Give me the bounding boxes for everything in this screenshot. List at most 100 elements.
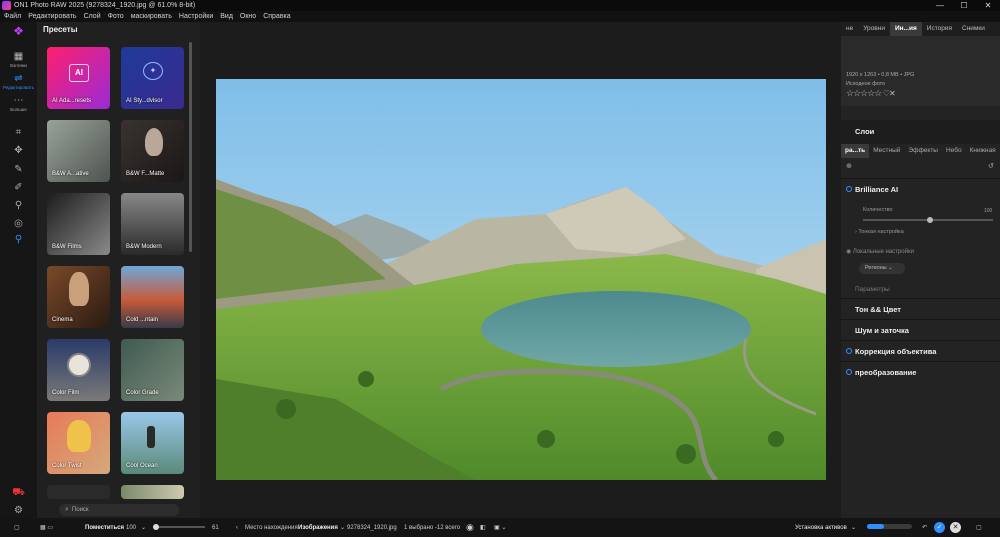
preset-tile[interactable]: Cold ...ntain [121, 266, 184, 328]
filmstrip-icon[interactable]: ▦ ▭ [40, 518, 53, 537]
menu-mask[interactable]: маскировать [131, 13, 172, 20]
presets-search[interactable]: ⌕ Поиск [59, 504, 179, 516]
clone-icon[interactable]: ◎ [0, 219, 37, 229]
brilliance-toggle[interactable] [846, 186, 852, 192]
reject-icon[interactable]: ✕ [889, 89, 896, 98]
menu-file[interactable]: Файл [4, 13, 21, 20]
fit-button[interactable]: Поместиться [85, 518, 124, 537]
photo-landscape[interactable] [216, 79, 826, 480]
tab-navigator[interactable]: не [841, 22, 858, 36]
reset-icon[interactable]: ↺ [988, 162, 994, 170]
tab-levels[interactable]: Уровни [858, 22, 890, 36]
zoom-slider[interactable] [153, 524, 205, 530]
undo-icon[interactable]: ↶ [922, 518, 927, 537]
preset-tile[interactable]: Color Grade [121, 339, 184, 401]
lens-correction-section[interactable]: Коррекция объектива [841, 340, 1000, 361]
noise-sharpen-section[interactable]: Шум и заточка [841, 319, 1000, 340]
menu-settings[interactable]: Настройки [179, 13, 213, 20]
move-icon[interactable]: ✥ [0, 146, 37, 156]
zoom-slider-handle[interactable] [153, 524, 159, 530]
minimize-button[interactable]: — [928, 0, 952, 11]
tab-history[interactable]: История [922, 22, 957, 36]
zoom-dropdown-icon[interactable]: ⌄ [141, 518, 146, 537]
crop-icon[interactable]: ⌗ [0, 128, 37, 138]
tone-color-section[interactable]: Тон && Цвет [841, 298, 1000, 319]
tab-sky[interactable]: Небо [942, 144, 966, 158]
preset-tile[interactable]: ✦ AI Sty...dvisor [121, 47, 184, 109]
mask-view-icon[interactable]: ▣ ⌄ [494, 518, 506, 537]
back-icon[interactable]: ‹ [236, 518, 238, 537]
right-panel-toggle-icon[interactable]: ▢ [976, 518, 982, 537]
tab-effects[interactable]: Эффекты [904, 144, 942, 158]
landscape-image [216, 79, 826, 480]
tab-develop[interactable]: ра...ть [841, 144, 870, 158]
cart-icon[interactable]: ⛟ [0, 488, 37, 498]
menu-help[interactable]: Справка [263, 13, 290, 20]
close-button[interactable]: ✕ [976, 0, 1000, 11]
preset-tile-partial[interactable] [121, 485, 184, 499]
tab-local[interactable]: Местный [869, 144, 904, 158]
preview-eye-icon[interactable]: ◉ [466, 518, 474, 537]
preset-tile[interactable]: B&W Films [47, 193, 110, 255]
tab-portrait[interactable]: Книжная [966, 144, 1000, 158]
rating-stars[interactable]: ☆☆☆☆☆ ♡✕ [846, 88, 896, 99]
panel-toggle-icon[interactable]: ▢ [14, 518, 20, 537]
cancel-icon[interactable]: ✕ [950, 518, 961, 537]
preset-tile[interactable]: B&W A...ative [47, 120, 110, 182]
preset-tile[interactable]: AI AI Ada...resets [47, 47, 110, 109]
transform-toggle[interactable] [846, 369, 852, 375]
params-label: Параметры [855, 286, 890, 293]
location-folder[interactable]: Изображения [298, 518, 338, 537]
brilliance-title: Brilliance AI [855, 185, 899, 194]
asset-dropdown-icon[interactable]: ⌄ [851, 518, 856, 537]
preset-label: B&W A...ative [52, 171, 89, 177]
tab-snapshots[interactable]: Снимки [957, 22, 990, 36]
regions-label: Регионы [865, 265, 887, 271]
search-icon: ⌕ [65, 506, 69, 513]
preset-tile[interactable]: Color Twist [47, 412, 110, 474]
image-canvas[interactable] [200, 22, 841, 518]
mask-brush-icon[interactable]: ✐ [0, 183, 37, 193]
amount-slider-handle[interactable] [927, 217, 933, 223]
preset-tile-partial[interactable] [47, 485, 110, 499]
preset-tile[interactable]: Color Film [47, 339, 110, 401]
menu-edit[interactable]: Редактировать [28, 13, 76, 20]
local-settings-toggle[interactable]: ◉ Локальные настройки [846, 248, 914, 255]
location-label: Место нахождения [245, 524, 298, 531]
menu-layer[interactable]: Слой [84, 13, 101, 20]
edit-label: Редактировать [2, 85, 35, 90]
folder-dropdown-icon[interactable]: ⌄ [340, 518, 345, 537]
zoom-icon[interactable]: ⚲ [0, 235, 37, 245]
menu-view[interactable]: Вид [220, 13, 233, 20]
zoom-value[interactable]: 100 [126, 518, 136, 537]
apply-icon[interactable]: ✓ [934, 518, 945, 537]
preset-add-icon[interactable]: ⊕ [846, 162, 852, 170]
compare-icon[interactable]: ◧ [480, 518, 486, 537]
settings-icon[interactable]: ⚙ [0, 506, 37, 516]
transform-section[interactable]: преобразование [841, 361, 1000, 382]
regions-dropdown[interactable]: Регионы ⌄ [859, 263, 905, 274]
edit-module[interactable]: ⇌ Редактировать [0, 74, 37, 91]
tab-info[interactable]: Ин...ия [889, 22, 922, 36]
presets-scrollbar[interactable] [189, 42, 192, 252]
asset-setting-label[interactable]: Установка активов [795, 518, 847, 537]
fine-tune-toggle[interactable]: › Тонкая настройка [855, 229, 904, 235]
lens-correction-toggle[interactable] [846, 348, 852, 354]
preset-tile[interactable]: B&W Modern [121, 193, 184, 255]
selection-count: 1 выбрано -12 всего [404, 524, 461, 531]
preset-tile[interactable]: Cool Ocean [121, 412, 184, 474]
preset-tile[interactable]: B&W F...Matte [121, 120, 184, 182]
amount-label: Количество [863, 207, 893, 213]
retouch-icon[interactable]: ⚲ [0, 201, 37, 211]
amount-slider[interactable] [863, 217, 993, 223]
amount-value: 100 [984, 208, 993, 214]
menu-photo[interactable]: Фото [108, 13, 124, 20]
maximize-button[interactable]: ☐ [952, 0, 976, 11]
preset-tile[interactable]: Cinema [47, 266, 110, 328]
more-module[interactable]: ⋯ Больше [0, 96, 37, 113]
layers-section[interactable]: Слои [841, 120, 1000, 144]
browse-module[interactable]: ▦ Взгляни [0, 52, 37, 69]
menu-window[interactable]: Окно [240, 13, 256, 20]
brush-icon[interactable]: ✎ [0, 165, 37, 175]
app-icon [2, 1, 11, 10]
